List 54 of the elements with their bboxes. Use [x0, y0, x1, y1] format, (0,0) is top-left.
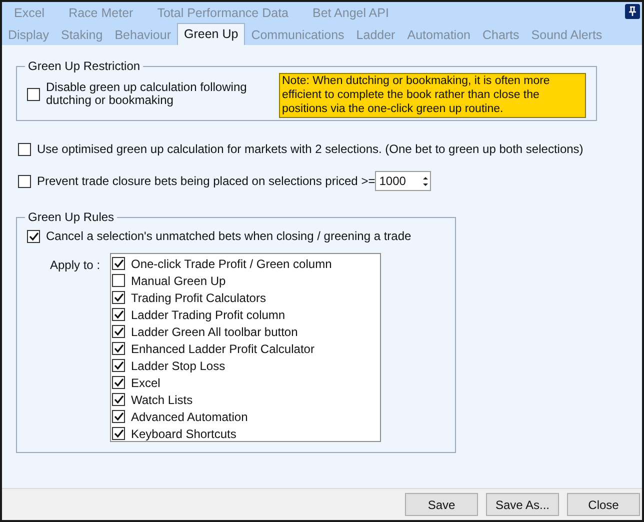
group-title: Green Up Rules — [27, 209, 116, 226]
tab[interactable]: Display — [2, 26, 55, 45]
checkbox-label: Disable green up calculation following dutching or bookmaking — [46, 81, 248, 107]
tab[interactable]: Behaviour — [108, 26, 177, 45]
checkbox-label: Prevent trade closure bets being placed on selections priced >= — [37, 173, 376, 190]
tab[interactable]: Race Meter — [62, 4, 140, 23]
list-item-label: Advanced Automation — [131, 408, 248, 426]
checkbox[interactable] — [18, 174, 31, 188]
list-item-label: Enhanced Ladder Profit Calculator — [131, 340, 314, 358]
checkbox[interactable] — [27, 88, 40, 100]
pin-icon[interactable] — [625, 4, 640, 19]
checkbox[interactable] — [112, 393, 125, 406]
checkbox[interactable] — [112, 376, 125, 389]
checkbox[interactable] — [112, 427, 125, 440]
list-item-label: Ladder Trading Profit column — [131, 306, 286, 324]
checkbox[interactable] — [112, 274, 125, 287]
spin-arrows-icon[interactable] — [423, 176, 428, 186]
list-item-label: Trading Profit Calculators — [131, 290, 266, 306]
note-box: Note: When dutching or bookmaking, it is often more efficient to complete the book rather than close the positions via the one-click green up routine. — [279, 73, 586, 118]
checkbox-label: Cancel a selection's unmatched bets when closing / greening a trade — [46, 228, 412, 245]
checkbox[interactable] — [112, 410, 125, 423]
list-item-label: Ladder Stop Loss — [131, 358, 226, 374]
list-item-label: Ladder Green All toolbar button — [131, 324, 298, 340]
group-title: Green Up Restriction — [27, 58, 142, 75]
list-item-label: One-click Trade Profit / Green column — [131, 256, 332, 272]
checkbox[interactable] — [112, 359, 125, 372]
tab[interactable]: Excel — [8, 4, 51, 23]
tab[interactable]: Staking — [55, 26, 109, 45]
checkbox-label: Use optimised green up calculation for markets with 2 selections. (One bet to green up both selections) — [37, 141, 584, 158]
checkbox[interactable] — [27, 230, 40, 242]
tab[interactable]: Sound Alerts — [525, 26, 608, 45]
checkbox[interactable] — [18, 142, 31, 156]
tab[interactable]: Automation — [401, 26, 476, 45]
dialog-button[interactable]: Close — [567, 493, 640, 516]
list-item-label: Manual Green Up — [131, 272, 226, 290]
list-item-label: Watch Lists — [131, 392, 193, 408]
checkbox[interactable] — [112, 342, 125, 355]
list-item-label: Excel — [131, 374, 160, 392]
tab[interactable]: Charts — [476, 26, 526, 45]
tab[interactable]: Ladder — [350, 26, 402, 45]
list-item-label: Keyboard Shortcuts — [131, 426, 236, 442]
dialog-button[interactable]: Save As... — [486, 493, 559, 516]
checkbox[interactable] — [112, 308, 125, 321]
tab[interactable]: Total Performance Data — [151, 4, 294, 23]
spin-value: 1000 — [379, 173, 406, 190]
tab[interactable]: Bet Angel API — [306, 4, 395, 23]
checkbox[interactable] — [112, 257, 125, 270]
dialog-button[interactable]: Save — [405, 493, 478, 516]
tab[interactable]: Communications — [245, 26, 350, 45]
spin-box[interactable]: 1000 — [375, 171, 432, 191]
checkbox[interactable] — [112, 325, 125, 338]
checkbox[interactable] — [112, 291, 125, 304]
apply-to-label: Apply to : — [50, 257, 102, 274]
tab[interactable]: Green Up — [177, 23, 246, 45]
